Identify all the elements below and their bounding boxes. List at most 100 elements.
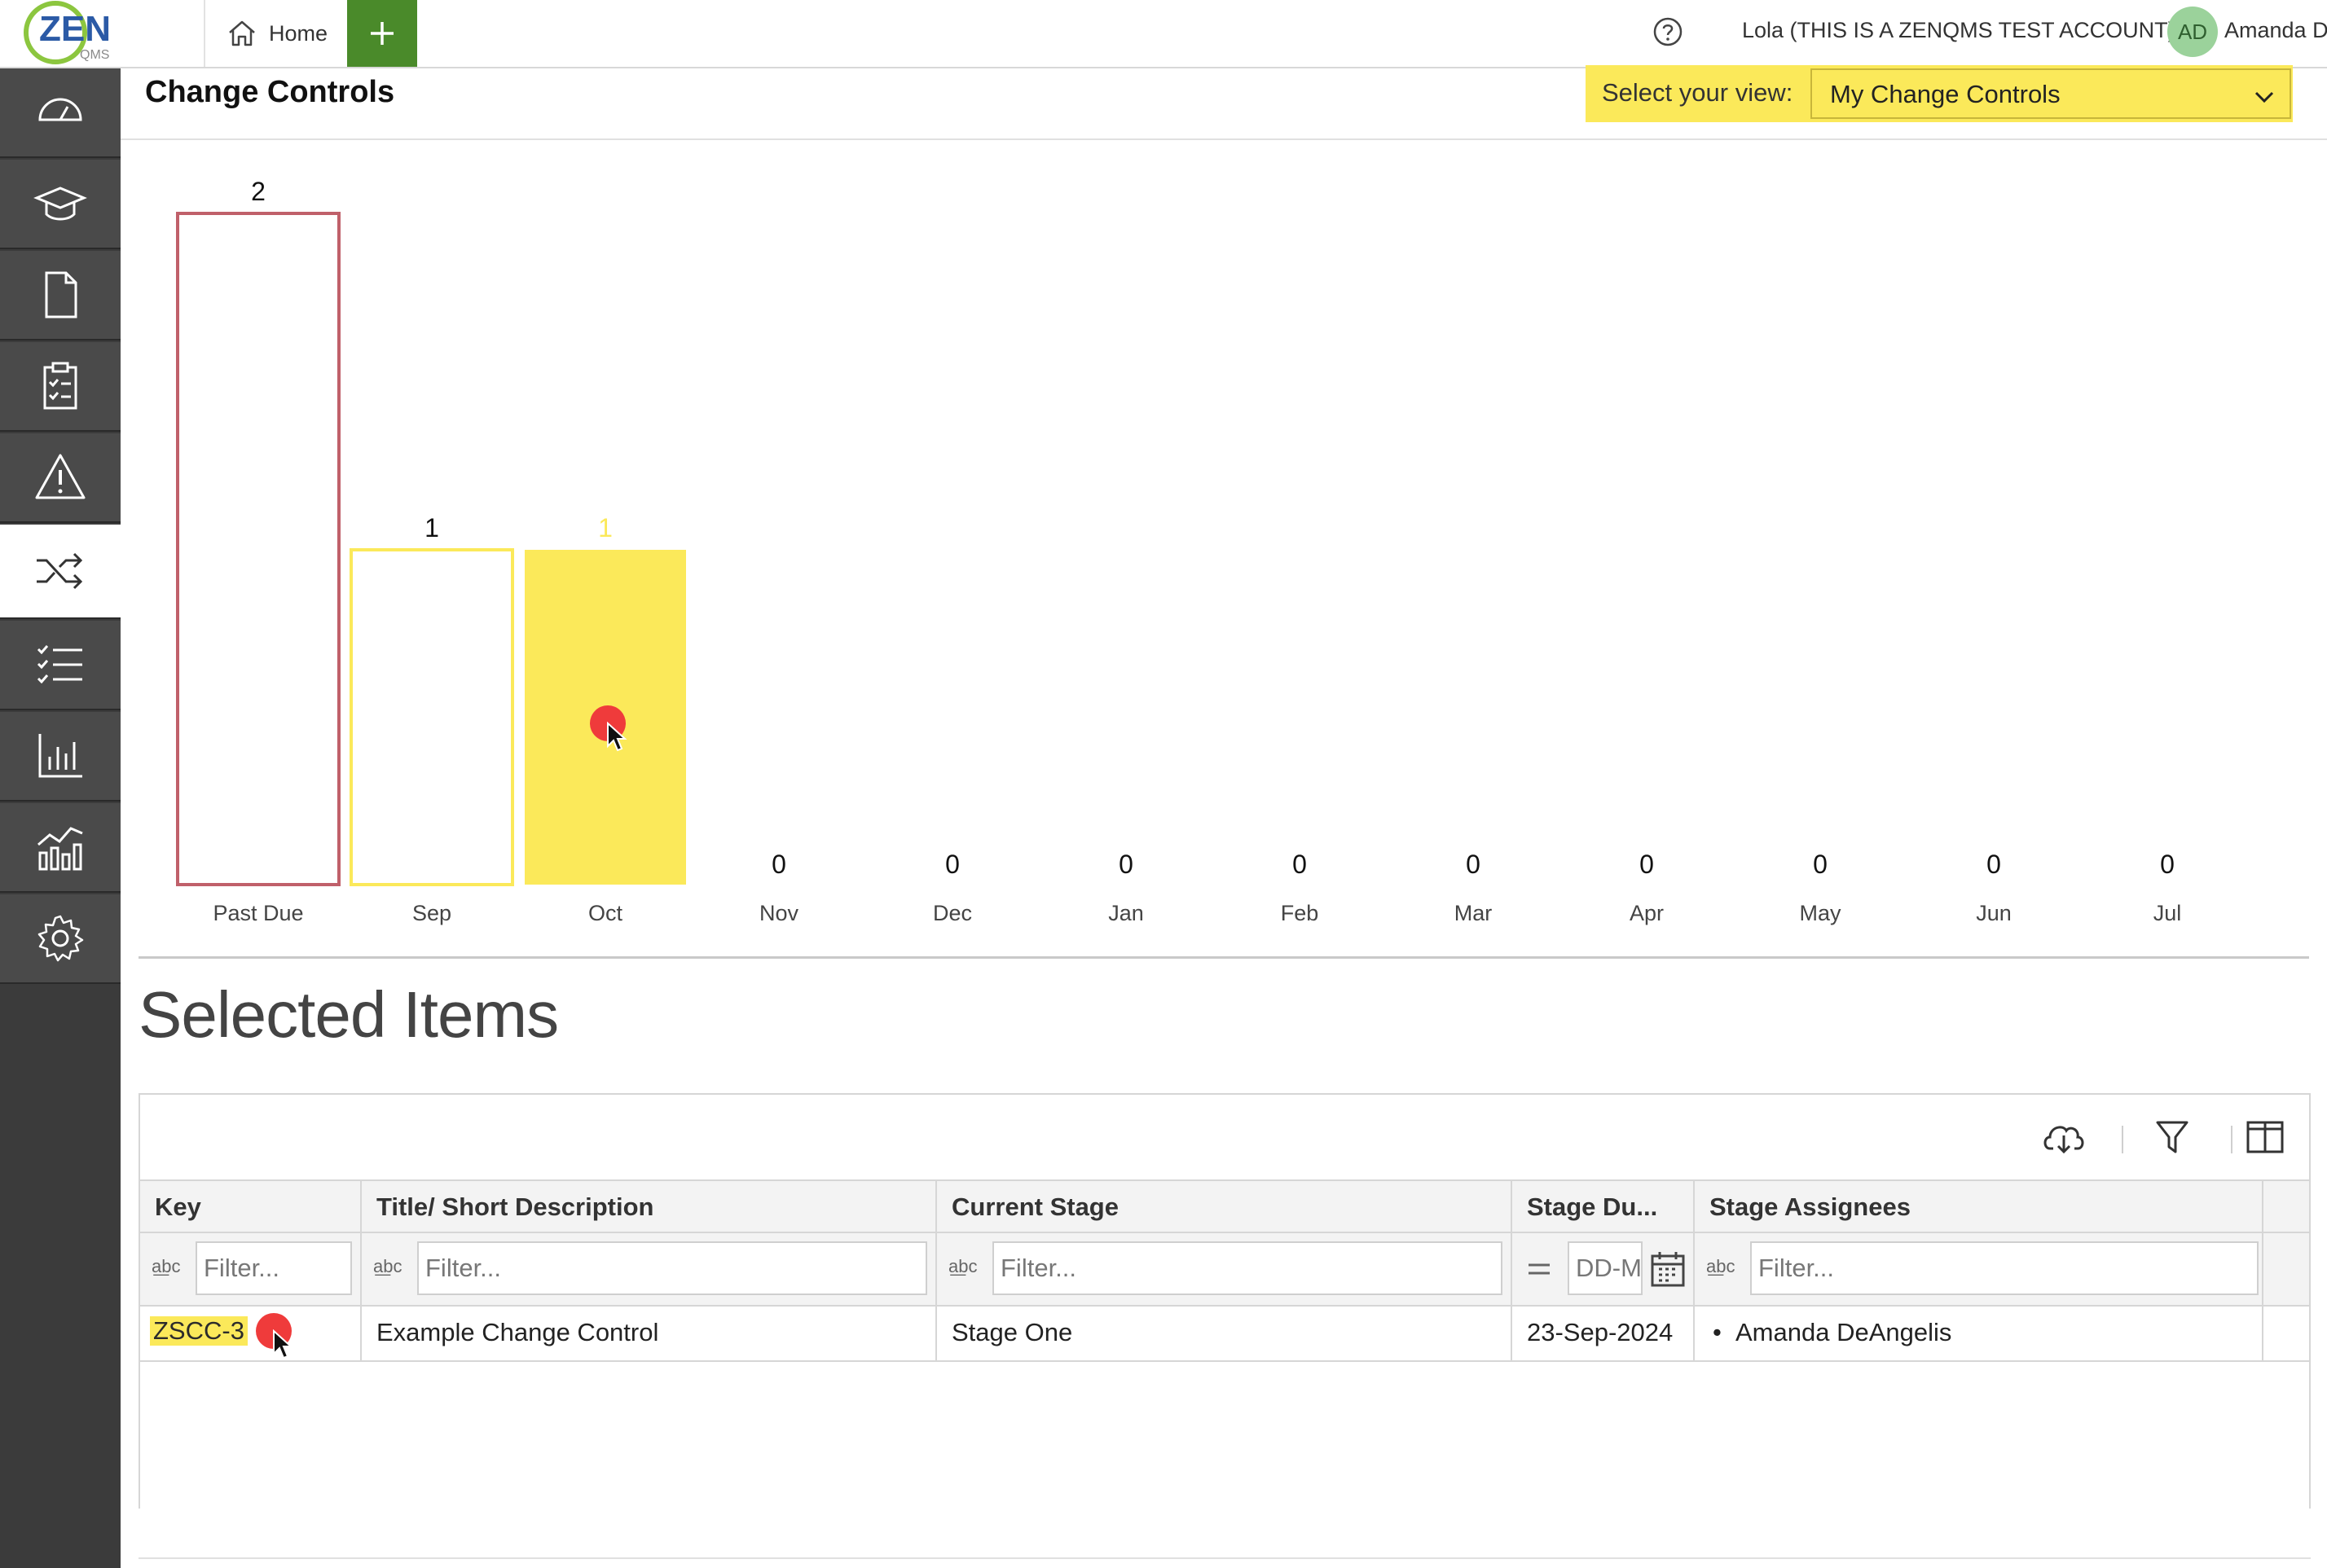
- category-label: Apr: [1630, 901, 1664, 925]
- zenqms-logo[interactable]: ZEN QMS: [15, 0, 121, 67]
- stage-value: Stage One: [952, 1318, 1073, 1346]
- selected-items-grid: Key Title/ Short Description Current Sta…: [139, 1093, 2311, 1509]
- category-label: Dec: [933, 901, 972, 925]
- category-label: Sep: [412, 901, 451, 925]
- analytics-icon: [37, 827, 83, 871]
- view-select[interactable]: My Change Controls: [1810, 68, 2291, 119]
- bar-value-label: 0: [1119, 850, 1133, 879]
- bar-value-label: 2: [251, 177, 266, 206]
- title-filter-input[interactable]: [417, 1241, 927, 1295]
- bar-past-due[interactable]: [176, 212, 341, 886]
- assignees-filter-input[interactable]: [1750, 1241, 2259, 1295]
- column-header-current-stage[interactable]: Current Stage: [937, 1181, 1512, 1232]
- filter-cell-stage: a͟bc: [937, 1233, 1512, 1305]
- bar-value-label: 1: [598, 513, 613, 542]
- sidebar: [0, 68, 121, 1568]
- sidebar-item-analytics[interactable]: [0, 803, 121, 893]
- sidebar-item-tasks[interactable]: [0, 621, 121, 710]
- sidebar-item-reports[interactable]: [0, 712, 121, 802]
- column-header-stage-due[interactable]: Stage Du...: [1512, 1181, 1695, 1232]
- toolbar-separator: [2231, 1126, 2232, 1153]
- avatar[interactable]: AD: [2167, 7, 2218, 57]
- bar-value-label: 1: [424, 513, 439, 542]
- stage-due-value: 23-Sep-2024: [1527, 1318, 1674, 1346]
- stage-due-cell: 23-Sep-2024: [1512, 1307, 1695, 1360]
- category-label: Jun: [1976, 901, 2012, 925]
- account-switcher[interactable]: Lola (THIS IS A ZENQMS TEST ACCOUNT): [1742, 18, 2175, 43]
- bar-value-label: 0: [1639, 850, 1654, 879]
- stage-due-filter-input[interactable]: [1568, 1241, 1643, 1295]
- key-filter-input[interactable]: [196, 1241, 352, 1295]
- bullet-icon: •: [1713, 1318, 1722, 1346]
- stage-filter-input[interactable]: [992, 1241, 1502, 1295]
- plus-icon: [371, 22, 394, 45]
- sidebar-item-change-control[interactable]: [0, 525, 121, 619]
- bar-value-label: 0: [1466, 850, 1480, 879]
- bar-chart-icon: [38, 734, 82, 778]
- column-header-stage-assignees[interactable]: Stage Assignees: [1695, 1181, 2263, 1232]
- cloud-download-icon[interactable]: [2042, 1119, 2086, 1155]
- logo-divider: [204, 0, 205, 67]
- page-bottom-divider: [139, 1557, 2311, 1559]
- home-icon: [229, 20, 255, 46]
- sidebar-item-settings[interactable]: [0, 894, 121, 984]
- bar-value-label: 0: [1986, 850, 2001, 879]
- view-select-value: My Change Controls: [1830, 80, 2061, 108]
- column-header-title[interactable]: Title/ Short Description: [362, 1181, 937, 1232]
- sidebar-item-checklists[interactable]: [0, 342, 121, 432]
- home-tab-label: Home: [269, 20, 328, 46]
- sidebar-item-documents[interactable]: [0, 251, 121, 340]
- view-picker-label: Select your view:: [1602, 78, 1793, 107]
- text-filter-icon: a͟bc: [948, 1256, 978, 1276]
- sidebar-item-issues[interactable]: [0, 433, 121, 523]
- filter-cell-assignees: a͟bc: [1695, 1233, 2263, 1305]
- header-divider: [121, 138, 2327, 140]
- bar-value-label: 0: [2160, 850, 2175, 879]
- title-cell: Example Change Control: [362, 1307, 937, 1360]
- checklist-clipboard-icon: [43, 362, 77, 410]
- dashboard-icon: [38, 98, 82, 121]
- key-cell: ZSCC-3: [140, 1307, 362, 1360]
- text-filter-icon: a͟bc: [373, 1256, 402, 1276]
- bar-sep[interactable]: [350, 548, 514, 886]
- user-name[interactable]: Amanda D: [2224, 18, 2327, 43]
- text-filter-icon: a͟bc: [1706, 1256, 1735, 1276]
- help-icon: [1653, 17, 1683, 46]
- table-row[interactable]: ZSCC-3 Example Change Control Stage One …: [140, 1307, 2309, 1362]
- grid-filter-row: a͟bc a͟bc a͟bc a͟bc: [140, 1233, 2309, 1307]
- bar-value-label: 0: [772, 850, 786, 879]
- bar-value-label: 0: [1813, 850, 1828, 879]
- category-label: Feb: [1281, 901, 1319, 925]
- record-key-link[interactable]: ZSCC-3: [150, 1316, 248, 1346]
- home-tab[interactable]: Home: [227, 15, 328, 52]
- view-picker: Select your view: My Change Controls: [1586, 65, 2293, 122]
- category-label: Oct: [588, 901, 623, 925]
- title-value: Example Change Control: [376, 1318, 659, 1346]
- columns-panel-icon[interactable]: [2246, 1119, 2285, 1155]
- text-filter-icon: a͟bc: [152, 1256, 181, 1276]
- chart-divider: [139, 956, 2309, 959]
- svg-text:QMS: QMS: [80, 48, 109, 62]
- add-tab-button[interactable]: [347, 0, 417, 67]
- category-label: Nov: [759, 901, 799, 925]
- toolbar-separator: [2122, 1126, 2123, 1153]
- column-header-key[interactable]: Key: [140, 1181, 362, 1232]
- settings-icon: [37, 915, 84, 962]
- change-controls-bar-chart: 2 Past Due 1 Sep 1 Oct 0 Nov 0 Dec 0 Jan 0 Feb 0 Mar 0 Ap…: [176, 177, 2182, 925]
- chevron-down-icon: [2254, 91, 2274, 103]
- filter-icon[interactable]: [2154, 1119, 2190, 1155]
- category-label: Past Due: [213, 901, 303, 925]
- change-control-icon: [37, 552, 83, 590]
- assignee-value: Amanda DeAngelis: [1735, 1318, 1952, 1346]
- sidebar-item-training[interactable]: [0, 160, 121, 249]
- help-button[interactable]: [1652, 16, 1683, 51]
- category-label: Jan: [1108, 901, 1144, 925]
- warning-icon: [35, 454, 86, 499]
- mouse-pointer-icon: [273, 1329, 293, 1359]
- training-icon: [33, 187, 87, 221]
- filter-cell-key: a͟bc: [140, 1233, 362, 1305]
- top-bar: ZEN QMS Home Lola (THIS IS A ZENQMS TEST…: [0, 0, 2327, 68]
- calendar-icon[interactable]: [1649, 1250, 1687, 1289]
- sidebar-item-dashboard[interactable]: [0, 68, 121, 158]
- category-label: Jul: [2153, 901, 2182, 925]
